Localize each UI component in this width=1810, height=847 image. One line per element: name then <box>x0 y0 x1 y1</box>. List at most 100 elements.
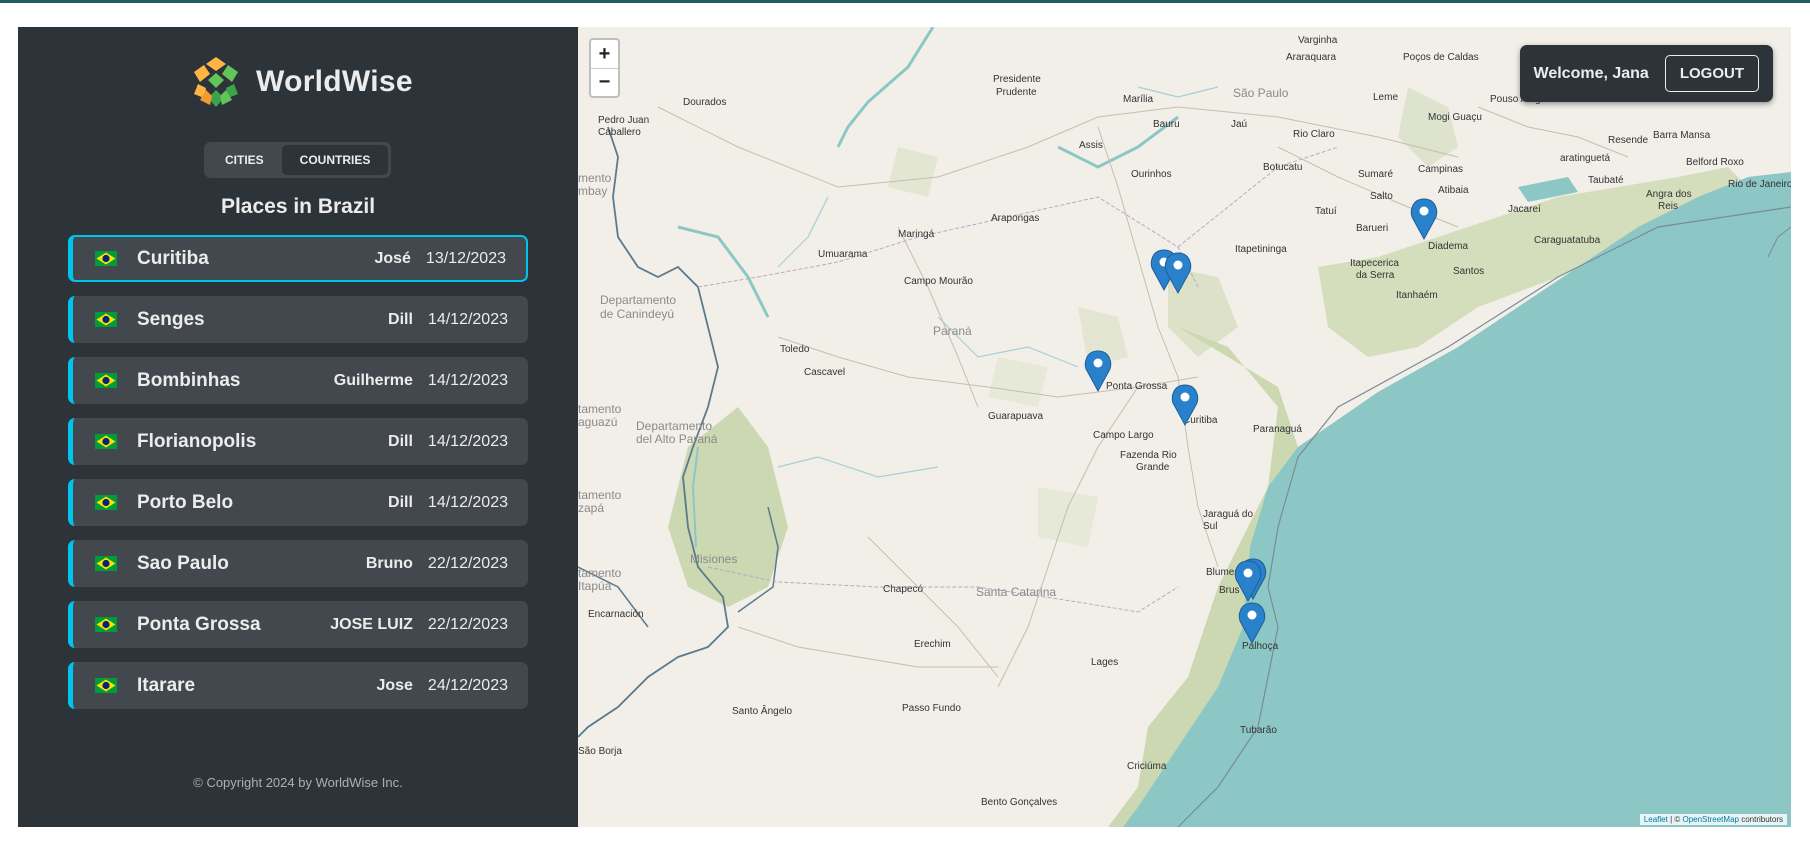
map-label: tamento <box>578 566 622 580</box>
city-name: Bombinhas <box>137 369 241 391</box>
city-person: Jose <box>376 676 413 694</box>
map-label: Sul <box>1203 521 1217 532</box>
attribution-tail: contributors <box>1738 815 1783 824</box>
map-label: Umuarama <box>818 249 868 260</box>
map-label: Caballero <box>598 127 641 138</box>
city-person: Dill <box>388 310 413 328</box>
map-label: Marília <box>1123 94 1153 105</box>
welcome-text: Welcome, Jana <box>1533 64 1649 82</box>
map-label: Varginha <box>1298 35 1338 46</box>
map-label: Dourados <box>683 97 726 108</box>
city-name: Itarare <box>137 674 196 696</box>
zoom-control: + − <box>589 38 620 98</box>
brazil-flag-icon <box>95 678 117 693</box>
city-name: Senges <box>137 308 205 330</box>
brazil-flag-icon <box>95 434 117 449</box>
leaflet-link[interactable]: Leaflet <box>1644 815 1668 824</box>
map-label: Santa Catarina <box>976 585 1056 599</box>
zoom-in-button[interactable]: + <box>591 40 618 68</box>
map-attribution: Leaflet | © OpenStreetMap contributors <box>1639 814 1787 825</box>
brazil-flag-icon <box>95 617 117 632</box>
worldwise-logo-icon <box>189 55 243 109</box>
map-label: Taubaté <box>1588 175 1624 186</box>
user-panel: Welcome, Jana LOGOUT <box>1519 45 1773 102</box>
brazil-flag-icon <box>95 556 117 571</box>
map-label: Fazenda Rio <box>1120 450 1177 461</box>
tab-countries[interactable]: COUNTRIES <box>281 145 389 175</box>
map-label: Bauru <box>1153 119 1180 130</box>
city-item[interactable]: Ponta Grossa JOSE LUIZ 22/12/2023 <box>68 601 528 648</box>
map-label: Chapecó <box>883 584 923 595</box>
brazil-flag-icon <box>95 312 117 327</box>
map-label: Toledo <box>780 344 810 355</box>
logout-button[interactable]: LOGOUT <box>1664 55 1759 92</box>
city-date: 14/12/2023 <box>427 310 508 328</box>
map-label: Itapetininga <box>1235 244 1287 255</box>
map-label: tamento <box>578 402 622 416</box>
city-item[interactable]: Sao Paulo Bruno 22/12/2023 <box>68 540 528 587</box>
city-item[interactable]: Florianopolis Dill 14/12/2023 <box>68 418 528 465</box>
map-label: Atibaia <box>1438 185 1469 196</box>
map-label: aratinguetá <box>1560 153 1610 164</box>
map-label: Salto <box>1370 191 1393 202</box>
map-label: Campo Mourão <box>904 276 973 287</box>
map-label: Itanhaém <box>1396 290 1438 301</box>
map-label: Lages <box>1091 657 1118 668</box>
city-item[interactable]: Porto Belo Dill 14/12/2023 <box>68 479 528 526</box>
city-person: Dill <box>388 493 413 511</box>
map-label: Prudente <box>996 87 1037 98</box>
map-label: Ourinhos <box>1131 169 1172 180</box>
map-label: Jacareí <box>1508 204 1541 215</box>
map-label: Paranaguá <box>1253 424 1302 435</box>
brazil-flag-icon <box>95 251 117 266</box>
map-label: Campinas <box>1418 164 1463 175</box>
city-date: 14/12/2023 <box>427 371 508 389</box>
city-date: 14/12/2023 <box>427 432 508 450</box>
city-date: 22/12/2023 <box>427 554 508 572</box>
city-item[interactable]: Bombinhas Guilherme 14/12/2023 <box>68 357 528 404</box>
city-person: Bruno <box>365 554 413 572</box>
map-label: Tatuí <box>1315 206 1337 217</box>
map-label: Reis <box>1658 201 1678 212</box>
city-item[interactable]: Senges Dill 14/12/2023 <box>68 296 528 343</box>
zoom-out-button[interactable]: − <box>591 68 618 96</box>
map-label: Itapúa <box>578 579 612 593</box>
map-label: Bento Gonçalves <box>981 797 1057 808</box>
map-label: da Serra <box>1356 270 1395 281</box>
map-label: Caraguatatuba <box>1534 235 1601 246</box>
city-item[interactable]: Itarare Jose 24/12/2023 <box>68 662 528 709</box>
map-label: Presidente <box>993 74 1041 85</box>
city-person: JOSE LUIZ <box>330 615 413 633</box>
map-label: Jaraguá do <box>1203 509 1253 520</box>
map-tiles[interactable]: Varginha Araraquara Poços de Caldas Pres… <box>578 27 1791 827</box>
map-label: mento <box>578 171 612 185</box>
city-name: Porto Belo <box>137 491 234 513</box>
map-label: Misiones <box>690 552 737 566</box>
map-label: Encarnación <box>588 609 644 620</box>
top-accent-line <box>0 0 1810 3</box>
tab-cities[interactable]: CITIES <box>207 145 282 175</box>
map-label: Brus <box>1219 585 1240 596</box>
map-label: Tubarão <box>1240 725 1277 736</box>
map-label: Erechim <box>914 639 951 650</box>
map-label: Grande <box>1136 462 1170 473</box>
city-person: Dill <box>388 432 413 450</box>
map[interactable]: Varginha Araraquara Poços de Caldas Pres… <box>578 27 1791 827</box>
map-label: Itapecerica <box>1350 258 1399 269</box>
city-item[interactable]: Curitiba José 13/12/2023 <box>68 235 528 282</box>
logo[interactable]: WorldWise <box>188 54 413 110</box>
copyright: © Copyright 2024 by WorldWise Inc. <box>193 775 403 790</box>
map-label: Palhoça <box>1242 641 1279 652</box>
osm-link[interactable]: OpenStreetMap <box>1682 815 1738 824</box>
map-label: Botucatu <box>1263 162 1302 173</box>
map-label: Santos <box>1453 266 1484 277</box>
map-label: tamento <box>578 488 622 502</box>
map-label: São Borja <box>578 746 622 757</box>
places-title: Places in Brazil <box>220 195 376 218</box>
city-person: José <box>374 249 411 267</box>
map-label: Rio Claro <box>1293 129 1335 140</box>
map-label: del Alto Paraná <box>636 432 718 446</box>
map-label: Sumaré <box>1358 169 1393 180</box>
map-label: São Paulo <box>1233 86 1289 100</box>
city-date: 14/12/2023 <box>427 493 508 511</box>
